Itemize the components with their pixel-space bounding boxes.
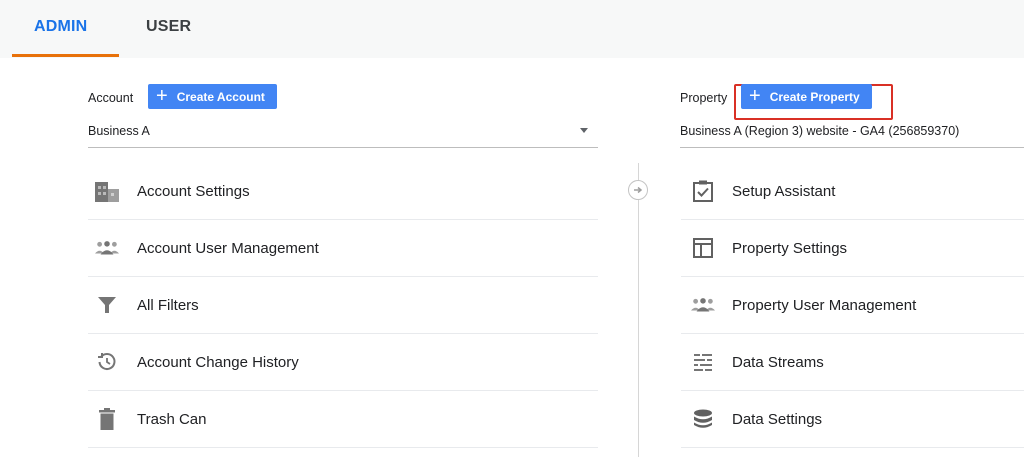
active-tab-indicator <box>12 54 119 57</box>
property-settings-item[interactable]: Property Settings <box>681 220 1024 277</box>
filter-icon <box>95 293 119 317</box>
tab-user[interactable]: USER <box>146 18 191 36</box>
property-user-management-item[interactable]: Property User Management <box>681 277 1024 334</box>
data-settings-item[interactable]: Data Settings <box>681 391 1024 448</box>
history-icon <box>95 350 119 374</box>
create-account-label: Create Account <box>176 89 265 104</box>
account-change-history-label: Account Change History <box>137 353 299 371</box>
account-selected-value: Business A <box>88 124 150 138</box>
trash-icon <box>95 407 119 431</box>
account-label: Account <box>88 91 134 105</box>
account-settings-label: Account Settings <box>137 182 250 200</box>
tab-admin[interactable]: ADMIN <box>34 18 87 36</box>
dropdown-caret-icon <box>580 128 588 133</box>
data-streams-label: Data Streams <box>732 353 824 371</box>
account-change-history-item[interactable]: Account Change History <box>88 334 598 391</box>
building-icon <box>95 179 119 203</box>
checkbox-clipboard-icon <box>691 179 715 203</box>
property-user-management-label: Property User Management <box>732 296 917 314</box>
create-property-label: Create Property <box>769 89 860 104</box>
account-settings-item[interactable]: Account Settings <box>88 163 598 220</box>
all-filters-label: All Filters <box>137 296 199 314</box>
account-user-management-label: Account User Management <box>137 239 319 257</box>
data-settings-label: Data Settings <box>732 410 823 428</box>
database-icon <box>691 407 715 431</box>
arrow-right-icon <box>628 180 648 200</box>
account-selector-underline <box>88 147 598 148</box>
column-divider <box>638 163 639 457</box>
property-selector-underline <box>680 147 1024 148</box>
data-streams-item[interactable]: Data Streams <box>681 334 1024 391</box>
trash-can-label: Trash Can <box>137 410 207 428</box>
admin-tab-bar: ADMIN USER <box>0 0 1024 58</box>
people-icon <box>691 293 715 317</box>
data-streams-icon <box>691 350 715 374</box>
layout-icon <box>691 236 715 260</box>
plus-icon: + <box>749 84 761 107</box>
people-icon <box>95 236 119 260</box>
property-settings-label: Property Settings <box>732 239 848 257</box>
setup-assistant-label: Setup Assistant <box>732 182 836 200</box>
trash-can-item[interactable]: Trash Can <box>88 391 598 448</box>
account-selector[interactable]: Business A <box>88 124 598 146</box>
all-filters-item[interactable]: All Filters <box>88 277 598 334</box>
setup-assistant-item[interactable]: Setup Assistant <box>681 163 1024 220</box>
property-selected-value: Business A (Region 3) website - GA4 (256… <box>680 124 960 138</box>
property-label: Property <box>680 91 728 105</box>
plus-icon: + <box>156 84 168 107</box>
account-user-management-item[interactable]: Account User Management <box>88 220 598 277</box>
create-property-button[interactable]: + Create Property <box>741 84 872 109</box>
property-selector[interactable]: Business A (Region 3) website - GA4 (256… <box>680 124 1024 146</box>
create-account-button[interactable]: + Create Account <box>148 84 277 109</box>
